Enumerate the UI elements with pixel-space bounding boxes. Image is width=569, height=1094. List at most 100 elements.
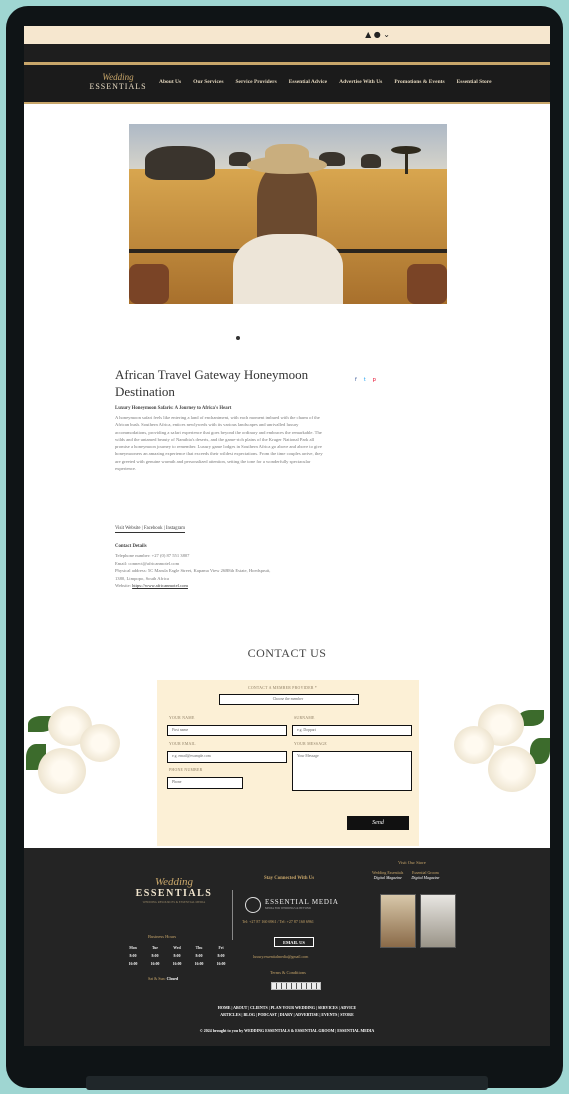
rose — [38, 748, 86, 794]
article-title: African Travel Gateway Honeymoon Destina… — [115, 367, 309, 399]
footer-email-link[interactable]: luxury.essentialmedia@gmail.com — [253, 954, 308, 959]
nav-store[interactable]: Essential Store — [457, 79, 492, 85]
device-frame: ▲ ● ⌄ Wedding ESSENTIALS About Us Our Se… — [6, 6, 563, 1090]
top-utility-bar: ▲ ● ⌄ — [24, 26, 550, 44]
nav-advertise[interactable]: Advertise With Us — [339, 79, 382, 85]
nav-essential-advice[interactable]: Essential Advice — [289, 79, 327, 85]
store-labels: Wedding Essentials Digital Magazine Essen… — [372, 870, 439, 880]
rose — [80, 724, 120, 762]
send-button[interactable]: Send — [347, 816, 409, 830]
email-label: YOUR EMAIL — [169, 742, 196, 746]
first-name-input[interactable]: First name — [167, 725, 287, 736]
hero-image-safari[interactable] — [129, 124, 447, 304]
hours-close: 16:00 — [172, 962, 182, 966]
magazine-cover-groom[interactable] — [420, 894, 456, 948]
nav-about-us[interactable]: About Us — [159, 79, 181, 85]
website-link[interactable]: https://www.africanmotel.com — [132, 583, 188, 588]
email-us-button[interactable]: EMAIL US — [274, 937, 314, 947]
main-nav: Wedding ESSENTIALS About Us Our Services… — [24, 65, 550, 104]
business-hours-title: Business Hours — [148, 934, 177, 939]
hours-open: 8:00 — [151, 954, 159, 958]
media-name: ESSENTIAL MEDIA — [265, 898, 339, 906]
contact-phone: Telephone number: +27 (0) 87 551 3807 — [115, 553, 190, 558]
surname-input[interactable]: e.g. Doppari — [292, 725, 412, 736]
store-item-wedding[interactable]: Wedding Essentials Digital Magazine — [372, 870, 403, 880]
hours-day: Fri — [218, 946, 224, 950]
email-input[interactable]: e.g. email@example.com — [167, 751, 287, 763]
footer-logo[interactable]: Wedding ESSENTIALS WEDDING RESOURCES & E… — [129, 876, 219, 905]
nav-links: About Us Our Services Service Providers … — [159, 79, 492, 85]
hours-open: 8:00 — [129, 954, 137, 958]
rose — [454, 726, 494, 764]
weekend-value: Closed — [166, 976, 179, 981]
copyright: © 2024 brought to you by WEDDING ESSENTI… — [199, 1028, 375, 1033]
account-icons[interactable]: ▲ ● ⌄ — [365, 30, 390, 39]
contact-section: CONTACT US CONTACT A MEMBER PROVIDER * C… — [24, 636, 550, 866]
essential-media-logo[interactable]: ESSENTIAL MEDIA MEDIA FOR WEDDINGS & BEY… — [245, 897, 355, 913]
footer-logo-script: Wedding — [154, 876, 194, 888]
hours-day: Tue — [152, 946, 158, 950]
footer-nav-row-1[interactable]: HOME | ABOUT | CLIENTS | PLAN YOUR WEDDI… — [24, 1004, 550, 1011]
contact-website-line: Website: https://www.africanmotel.com — [115, 582, 335, 590]
store-item-groom[interactable]: Essential Groom Digital Magazine — [411, 870, 439, 880]
logo-script: Wedding — [102, 72, 134, 82]
facebook-icon[interactable]: f — [355, 377, 357, 383]
article-content: African Travel Gateway Honeymoon Destina… — [24, 104, 550, 866]
member-select-value: Choose the member — [272, 697, 304, 701]
hero-seat-right — [407, 264, 447, 304]
hours-close: 16:00 — [216, 962, 226, 966]
contact-details: Telephone number: +27 (0) 87 551 3807 Em… — [115, 552, 335, 590]
site-logo[interactable]: Wedding ESSENTIALS — [88, 73, 148, 95]
media-logo-icon — [245, 897, 261, 913]
store-item-sub: Digital Magazine — [411, 875, 440, 880]
twitter-icon[interactable]: t — [364, 377, 366, 383]
roses-right-decoration — [448, 694, 550, 814]
footer-logo-sub: WEDDING RESOURCES & ESSENTIAL MEDIA — [142, 900, 206, 904]
nav-service-providers[interactable]: Service Providers — [235, 79, 276, 85]
chevron-down-icon: ⌄ — [351, 697, 355, 701]
hero-elephant — [361, 154, 381, 168]
contact-title: CONTACT US — [247, 646, 327, 660]
contact-details-heading: Contact Details — [115, 544, 147, 549]
store-item-sub: Digital Magazine — [373, 875, 402, 880]
member-label: CONTACT A MEMBER PROVIDER * — [248, 686, 318, 690]
hours-close: 16:00 — [150, 962, 160, 966]
header-strip — [24, 44, 550, 64]
hours-open: 8:00 — [195, 954, 203, 958]
hero-elephant — [145, 146, 215, 180]
external-links[interactable]: Visit Website | Facebook | Instagram — [115, 526, 186, 533]
hero-woman-dress — [233, 234, 343, 304]
contact-email: Email: connect@africanmotel.com — [115, 560, 180, 566]
hours-open: 8:00 — [173, 954, 181, 958]
article-lead: Luxury Honeymoon Safaris: A Journey to A… — [115, 406, 232, 411]
nav-our-services[interactable]: Our Services — [193, 79, 223, 85]
pinterest-icon[interactable]: p — [373, 377, 376, 383]
footer-nav: HOME | ABOUT | CLIENTS | PLAN YOUR WEDDI… — [24, 1004, 550, 1018]
slider-dot[interactable] — [236, 336, 240, 340]
member-select[interactable]: Choose the member ⌄ — [219, 694, 359, 705]
terms-link[interactable]: Terms & Conditions — [270, 970, 306, 975]
media-tagline: MEDIA FOR WEDDINGS & BEYOND — [265, 907, 311, 910]
magazine-cover-wedding[interactable] — [380, 894, 416, 948]
contact-address-2: 1380, Limpopo, South Africa — [115, 575, 169, 581]
surname-label: SURNAME — [294, 716, 315, 720]
weekend-hours: Sat & Sun: Closed — [148, 976, 178, 981]
hero-seat-left — [129, 264, 169, 304]
website-prefix: Website: — [115, 583, 133, 588]
contact-address: Physical address: 5C Marula Eagle Street… — [115, 568, 271, 573]
message-textarea[interactable]: Your Message — [292, 751, 412, 791]
rose — [488, 746, 536, 792]
footer-phones: Tel: +27 87 160 6961 / Tel: +27 87 160 6… — [242, 919, 314, 924]
weekend-label: Sat & Sun: — [148, 976, 166, 981]
site-footer: Wedding ESSENTIALS WEDDING RESOURCES & E… — [24, 848, 550, 1046]
phone-input[interactable]: Phone — [167, 777, 243, 789]
hero-hat-brim — [247, 156, 327, 174]
hours-close: 16:00 — [194, 962, 204, 966]
hours-open: 8:00 — [217, 954, 225, 958]
footer-nav-row-2[interactable]: ARTICLES | BLOG | PODCAST | DIARY | ADVE… — [24, 1011, 550, 1018]
footer-divider — [232, 890, 233, 940]
browser-viewport: ▲ ● ⌄ Wedding ESSENTIALS About Us Our Se… — [24, 26, 550, 1046]
phone-label: PHONE NUMBER — [169, 768, 203, 772]
stay-connected-title: Stay Connected With Us — [264, 876, 315, 881]
nav-promotions[interactable]: Promotions & Events — [394, 79, 444, 85]
